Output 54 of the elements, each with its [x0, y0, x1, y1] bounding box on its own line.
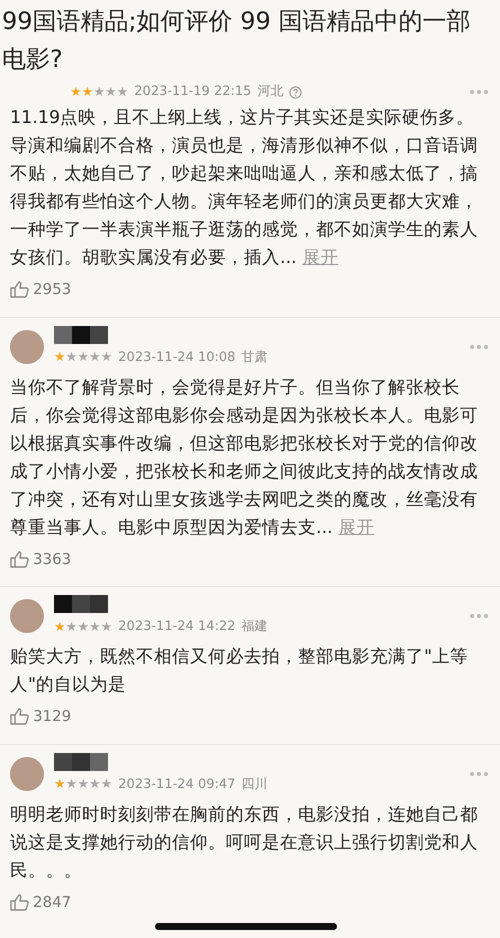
review-location: 甘肃 [241, 348, 268, 367]
thumbs-up-icon[interactable] [10, 892, 30, 911]
help-icon[interactable] [289, 86, 302, 98]
blurred-username [54, 326, 108, 344]
more-icon[interactable] [470, 772, 488, 776]
avatar[interactable] [10, 756, 44, 790]
blurred-username [54, 595, 108, 614]
star-icon: ★ [88, 778, 101, 791]
star-icon: ★ [93, 86, 105, 98]
review-date: 2023-11-24 10:08 [118, 348, 236, 367]
star-icon: ★ [88, 620, 101, 634]
review-location: 福建 [241, 618, 268, 636]
star-icon: ★ [100, 778, 112, 791]
thumbs-up-icon[interactable] [10, 550, 30, 568]
review-location: 河北 [257, 83, 284, 102]
review-date: 2023-11-19 22:15 [134, 83, 252, 102]
star-icon: ★ [77, 778, 89, 791]
more-icon[interactable] [470, 90, 488, 94]
like-count: 2953 [33, 279, 72, 300]
star-icon: ★ [66, 351, 78, 364]
star-icon: ★ [54, 620, 66, 634]
review-date: 2023-11-24 14:22 [118, 618, 236, 636]
star-icon: ★ [54, 351, 66, 364]
review-text: 明明老师时时刻刻带在胸前的东西，电影没拍，连她自己都说这是支撑她行动的信仰。呵呵是在意识上强行切割党和人民。。。 [10, 804, 479, 882]
star-icon: ★ [77, 620, 89, 634]
like-count: 2847 [33, 892, 72, 912]
avatar[interactable] [10, 330, 44, 364]
star-icon: ★ [100, 351, 112, 364]
expand-link[interactable]: 展开 [338, 518, 374, 538]
star-icon: ★ [66, 620, 78, 634]
star-icon: ★ [104, 86, 117, 98]
review-text: 贻笑大方，既然不相信又何必去拍，整部电影充满了"上等人"的自以为是 [10, 646, 470, 697]
review-location: 四川 [241, 776, 268, 794]
blurred-username [54, 752, 108, 771]
avatar[interactable] [10, 599, 44, 633]
thumbs-up-icon[interactable] [10, 280, 30, 298]
expand-link[interactable]: 展开 [302, 248, 338, 268]
like-count: 3129 [33, 706, 72, 727]
star-icon: ★ [116, 86, 128, 98]
review-date: 2023-11-24 09:47 [118, 776, 236, 794]
star-icon: ★ [100, 620, 112, 634]
star-icon: ★ [70, 86, 82, 98]
more-icon[interactable] [470, 614, 488, 618]
review-text: 11.19点映，且不上纲上线，这片子其实还是实际硬伤多。导演和编剧不合格，演员也是，海清形似神不似，口音语调不贴，太她自己了，吵起架来咄咄逼人，亲和感太低了，搞得我都有些怕这个人物。演年轻老师们的演员更都大灾难，一种学了一半表演半瓶子逛荡的感觉，都不如演学生的素人女孩们。胡歌实属没有必要，插入... 展开 [10, 107, 479, 270]
thumbs-up-icon[interactable] [10, 707, 30, 726]
star-icon: ★ [66, 778, 78, 791]
page-title: 99国语精品;如何评价 99 国语精品中的一部电影? [1, 6, 472, 75]
star-icon: ★ [77, 351, 89, 364]
star-icon: ★ [82, 86, 94, 98]
star-icon: ★ [54, 778, 66, 791]
like-count: 3363 [33, 548, 72, 570]
review-text: 当你不了解背景时，会觉得是好片子。但当你了解张校长后，你会觉得这部电影你会感动是因为张校长本人。电影可以根据真实事件改编，但这部电影把张校长对于党的信仰改成了小情小爱，把张校长和老师之间彼此支持的战友情改成了冲突，还有对山里女孩逃学去网吧之类的魔改，丝毫没有尊重当事人。电影中原型因为爱情去支... 展开 [10, 376, 479, 540]
more-icon[interactable] [470, 344, 488, 348]
star-icon: ★ [88, 351, 101, 364]
